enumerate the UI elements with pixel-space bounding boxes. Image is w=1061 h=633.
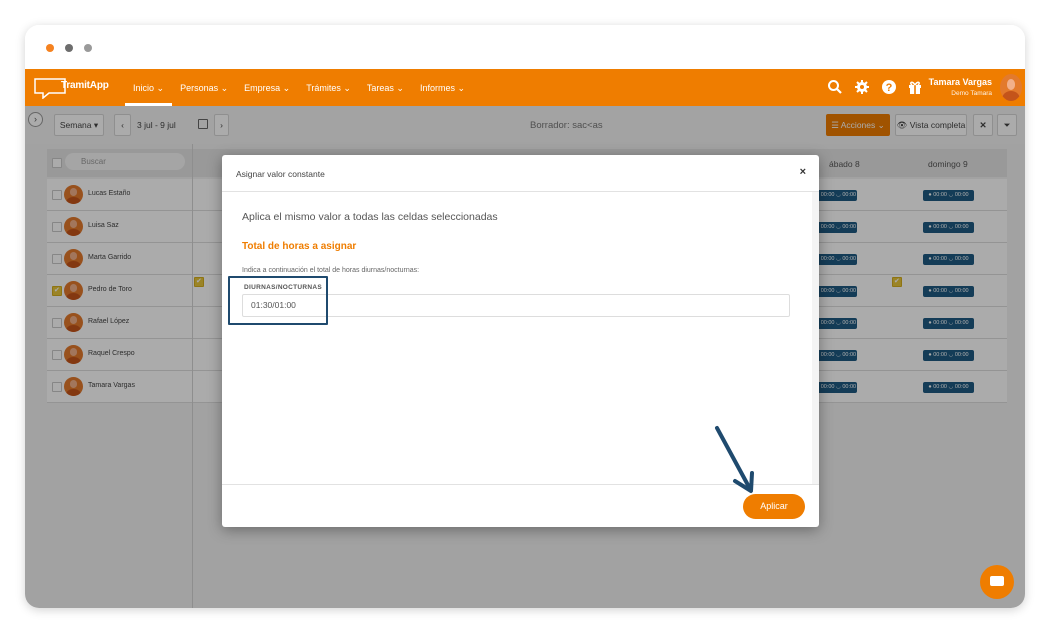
modal-title: Asignar valor constante: [236, 169, 325, 179]
menu-inicio[interactable]: Inicio ⌄: [125, 69, 173, 106]
gear-icon[interactable]: [854, 79, 870, 95]
section-title: Total de horas a asignar: [242, 241, 357, 252]
menu-tramites[interactable]: Trámites ⌄: [298, 69, 359, 106]
top-navigation: TramitApp Inicio ⌄ Personas ⌄ Empresa ⌄ …: [25, 69, 1025, 106]
apply-button[interactable]: Aplicar: [743, 494, 805, 519]
window-dot-gray[interactable]: [84, 44, 92, 52]
help-icon[interactable]: ?: [881, 79, 897, 95]
modal-scrollbar[interactable]: [812, 192, 819, 484]
modal-description: Aplica el mismo valor a todas las celdas…: [242, 211, 498, 223]
menu-informes[interactable]: Informes ⌄: [412, 69, 473, 106]
svg-text:?: ?: [886, 82, 893, 94]
main-menu: Inicio ⌄ Personas ⌄ Empresa ⌄ Trámites ⌄…: [125, 69, 473, 106]
window-dot-orange[interactable]: [46, 44, 54, 52]
pointer-arrow-icon: [715, 426, 754, 493]
menu-tareas[interactable]: Tareas ⌄: [359, 69, 412, 106]
browser-frame: TramitApp Inicio ⌄ Personas ⌄ Empresa ⌄ …: [25, 25, 1025, 608]
gift-icon[interactable]: [907, 79, 923, 95]
close-icon[interactable]: ×: [800, 166, 806, 178]
field-hint: Indica a continuación el total de horas …: [242, 267, 420, 274]
app-logo-text: TramitApp: [61, 80, 109, 91]
menu-empresa[interactable]: Empresa ⌄: [236, 69, 298, 106]
window-dot-dark[interactable]: [65, 44, 73, 52]
highlight-box: [228, 276, 328, 325]
window-chrome: [25, 25, 1025, 69]
user-name[interactable]: Tamara Vargas: [929, 77, 992, 87]
chat-support-icon[interactable]: [980, 565, 1014, 599]
user-avatar[interactable]: [1000, 74, 1022, 101]
search-icon[interactable]: [827, 79, 843, 95]
user-company: Demo Tamara: [951, 90, 992, 97]
menu-personas[interactable]: Personas ⌄: [172, 69, 236, 106]
